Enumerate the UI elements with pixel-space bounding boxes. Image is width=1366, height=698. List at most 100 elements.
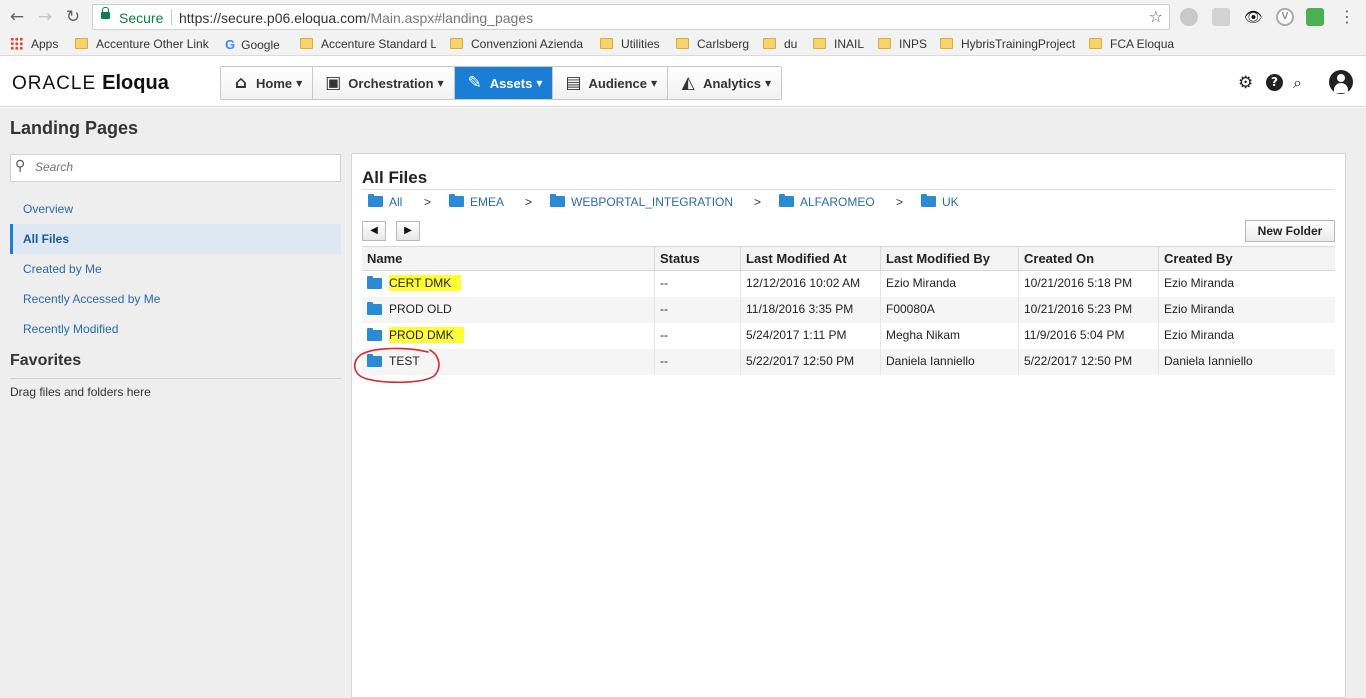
- lock-icon: [101, 7, 110, 19]
- bookmark-item[interactable]: INPS: [878, 37, 933, 53]
- favorites-title: Favorites: [10, 352, 82, 369]
- table-row[interactable]: PROD DMK -- 5/24/2017 1:11 PM Megha Nika…: [362, 323, 1335, 349]
- chevron-down-icon: ▼: [296, 78, 303, 88]
- bookmark-item[interactable]: Accenture Other Link: [75, 37, 210, 53]
- nav-label: Analytics: [703, 75, 761, 91]
- breadcrumb-item[interactable]: ALFAROMEO: [779, 194, 875, 209]
- breadcrumb-item[interactable]: EMEA: [449, 194, 504, 209]
- folder-icon: [449, 194, 464, 207]
- column-header-last-modified-at[interactable]: Last Modified At: [740, 247, 880, 271]
- table-row[interactable]: TEST -- 5/22/2017 12:50 PM Daniela Ianni…: [362, 349, 1335, 375]
- bookmark-google[interactable]: G Google: [225, 37, 295, 53]
- bookmark-item[interactable]: du: [763, 37, 808, 53]
- nav-orchestration[interactable]: ▣ Orchestration ▼: [313, 67, 455, 99]
- folder-icon: [1089, 38, 1102, 49]
- folder-icon: [921, 194, 936, 207]
- row-name-label: CERT DMK: [389, 275, 462, 291]
- sidebar-item-created-by-me[interactable]: Created by Me: [10, 254, 341, 284]
- bookmark-apps[interactable]: Apps: [10, 37, 80, 53]
- settings-gear-icon[interactable]: ⚙: [1238, 73, 1253, 93]
- sidebar-item-overview[interactable]: Overview: [10, 194, 341, 224]
- folder-icon: [550, 194, 565, 207]
- back-arrow-icon[interactable]: ←: [6, 6, 28, 28]
- cell-name[interactable]: CERT DMK: [362, 271, 654, 297]
- new-folder-button[interactable]: New Folder: [1245, 220, 1335, 242]
- main-navigation: ⌂ Home ▼ ▣ Orchestration ▼ ✎ Assets ▼ ▤ Aud…: [220, 66, 783, 100]
- breadcrumb-item[interactable]: UK: [921, 194, 959, 209]
- help-icon[interactable]: ?: [1266, 74, 1283, 91]
- search-icon[interactable]: ⌕: [1293, 73, 1302, 93]
- nav-audience[interactable]: ▤ Audience ▼: [553, 67, 669, 99]
- folder-icon: [367, 276, 382, 289]
- sidebar-item-recently-modified[interactable]: Recently Modified: [10, 314, 341, 344]
- column-header-created-by[interactable]: Created By: [1158, 247, 1335, 271]
- bookmark-label: Convenzioni Azienda: [471, 37, 584, 51]
- logo-oracle-text: ORACLE: [12, 73, 97, 94]
- bookmark-item[interactable]: Utilities: [600, 37, 670, 53]
- bookmark-label: Accenture Other Link: [96, 37, 209, 51]
- cell-name[interactable]: PROD OLD: [362, 297, 654, 323]
- user-avatar-icon[interactable]: [1329, 70, 1353, 94]
- eye-extension-icon[interactable]: 👁: [1244, 8, 1263, 26]
- column-header-created-on[interactable]: Created On: [1018, 247, 1158, 271]
- cell-status: --: [654, 297, 740, 323]
- bookmark-label: HybrisTrainingProject: [961, 37, 1076, 51]
- nav-analytics[interactable]: ◭ Analytics ▼: [668, 67, 782, 99]
- nav-home[interactable]: ⌂ Home ▼: [221, 67, 314, 99]
- cell-created-by: Ezio Miranda: [1158, 297, 1335, 323]
- pdf-extension-icon[interactable]: [1212, 8, 1230, 26]
- nav-assets[interactable]: ✎ Assets ▼: [454, 67, 554, 99]
- column-header-name[interactable]: Name: [362, 247, 654, 271]
- sidebar-item-recently-accessed[interactable]: Recently Accessed by Me: [10, 284, 341, 314]
- assets-icon: ✎: [467, 73, 482, 93]
- url-text[interactable]: https://secure.p06.eloqua.com/Main.aspx#…: [179, 10, 533, 26]
- chevron-down-icon: ▼: [536, 78, 543, 88]
- breadcrumb-item[interactable]: WEBPORTAL_INTEGRATION: [550, 194, 733, 209]
- bookmark-item[interactable]: Carlsberg: [676, 37, 756, 53]
- lock-extension-icon[interactable]: [1306, 8, 1324, 26]
- sidebar-item-all-files[interactable]: All Files: [10, 224, 341, 254]
- search-field[interactable]: ⚲: [10, 154, 341, 182]
- table-row[interactable]: PROD OLD -- 11/18/2016 3:35 PM F00080A 1…: [362, 297, 1335, 323]
- v-extension-icon[interactable]: V: [1276, 8, 1294, 26]
- google-icon: G: [225, 37, 236, 52]
- cell-created-on: 5/22/2017 12:50 PM: [1018, 349, 1158, 375]
- breadcrumb-label: UK: [942, 195, 959, 209]
- table-row[interactable]: CERT DMK -- 12/12/2016 10:02 AM Ezio Mir…: [362, 271, 1335, 297]
- folder-icon: [676, 38, 689, 49]
- cell-status: --: [654, 349, 740, 375]
- column-header-status[interactable]: Status: [654, 247, 740, 271]
- oracle-eloqua-logo[interactable]: ORACLE Eloqua: [12, 72, 169, 95]
- folder-icon: [813, 38, 826, 49]
- bookmark-item[interactable]: Accenture Standard L: [300, 37, 436, 53]
- extension-icon[interactable]: [1180, 8, 1198, 26]
- previous-arrow-icon[interactable]: ◀: [362, 221, 386, 241]
- bookmark-label: Carlsberg: [697, 37, 750, 51]
- chevron-down-icon: ▼: [437, 78, 444, 88]
- bookmark-item[interactable]: HybrisTrainingProject: [940, 37, 1080, 53]
- cell-created-on: 11/9/2016 5:04 PM: [1018, 323, 1158, 349]
- search-input[interactable]: [35, 160, 335, 174]
- bookmark-item[interactable]: Convenzioni Azienda: [450, 37, 584, 53]
- cell-last-modified-at: 11/18/2016 3:35 PM: [740, 297, 880, 323]
- column-header-last-modified-by[interactable]: Last Modified By: [880, 247, 1018, 271]
- bookmark-star-icon[interactable]: ☆: [1149, 7, 1163, 26]
- apps-grid-icon: [10, 37, 23, 50]
- next-arrow-icon[interactable]: ▶: [396, 221, 420, 241]
- row-name-label: PROD OLD: [389, 302, 452, 316]
- bookmark-label: du: [784, 37, 798, 51]
- app-header: ORACLE Eloqua ⌂ Home ▼ ▣ Orchestration ▼ ✎ …: [0, 57, 1366, 107]
- url-host: https://secure.p06.eloqua.com: [179, 10, 367, 26]
- bookmark-item[interactable]: FCA Eloqua: [1089, 37, 1179, 53]
- menu-dots-icon[interactable]: ⋮: [1336, 6, 1358, 28]
- favorites-drop-hint[interactable]: Drag files and folders here: [10, 385, 151, 399]
- chevron-down-icon: ▼: [651, 78, 658, 88]
- cell-last-modified-by: Megha Nikam: [880, 323, 1018, 349]
- address-bar[interactable]: Secure https://secure.p06.eloqua.com/Mai…: [92, 4, 1170, 30]
- bookmark-label: INPS: [899, 37, 928, 51]
- forward-arrow-icon[interactable]: →: [34, 6, 56, 28]
- nav-label: Orchestration: [348, 75, 434, 91]
- breadcrumb-item[interactable]: All: [368, 194, 402, 209]
- reload-icon[interactable]: ↻: [62, 6, 84, 28]
- bookmark-item[interactable]: INAIL: [813, 37, 873, 53]
